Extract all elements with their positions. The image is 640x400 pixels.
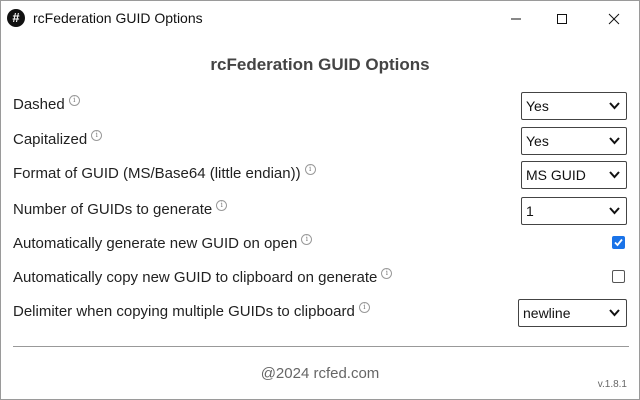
page-title: rcFederation GUID Options	[210, 55, 430, 74]
options-panel: rcFederation GUID Options Dashed i Yes Ca…	[1, 37, 639, 399]
option-label: Format of GUID (MS/Base64 (little endian…	[13, 164, 316, 182]
option-row-capitalized: Capitalized i Yes	[13, 127, 629, 157]
option-label-text: Format of GUID (MS/Base64 (little endian…	[13, 165, 301, 182]
option-label: Automatically generate new GUID on open i	[13, 234, 313, 252]
divider	[13, 346, 629, 347]
option-row-dashed: Dashed i Yes	[13, 92, 629, 122]
delimiter-select[interactable]: newline	[518, 299, 627, 327]
option-row-format: Format of GUID (MS/Base64 (little endian…	[13, 161, 629, 191]
option-row-delimiter: Delimiter when copying multiple GUIDs to…	[13, 299, 629, 329]
auto-copy-checkbox[interactable]	[612, 270, 625, 283]
chevron-down-icon	[609, 207, 620, 215]
window-title: rcFederation GUID Options	[33, 10, 203, 26]
chevron-down-icon	[609, 102, 620, 110]
maximize-button[interactable]	[539, 1, 585, 37]
info-icon[interactable]: i	[304, 164, 316, 175]
close-icon	[608, 13, 620, 25]
minimize-button[interactable]	[493, 1, 539, 37]
option-label: Number of GUIDs to generate i	[13, 200, 228, 218]
option-row-auto-copy: Automatically copy new GUID to clipboard…	[13, 265, 629, 295]
info-icon[interactable]: i	[91, 130, 103, 141]
info-icon[interactable]: i	[216, 200, 228, 211]
capitalized-select[interactable]: Yes	[521, 127, 627, 155]
checkmark-icon	[614, 238, 623, 247]
option-label-text: Delimiter when copying multiple GUIDs to…	[13, 303, 355, 320]
option-label: Automatically copy new GUID to clipboard…	[13, 268, 393, 286]
chevron-down-icon	[609, 309, 620, 317]
option-label: Dashed i	[13, 95, 80, 113]
option-label: Delimiter when copying multiple GUIDs to…	[13, 302, 370, 320]
option-row-count: Number of GUIDs to generate i 1	[13, 197, 629, 227]
maximize-icon	[557, 14, 567, 24]
option-label-text: Number of GUIDs to generate	[13, 201, 213, 218]
app-hash-icon: #	[7, 9, 25, 27]
chevron-down-icon	[609, 137, 620, 145]
option-label-text: Dashed	[13, 96, 65, 113]
version-label: v.1.8.1	[597, 379, 627, 390]
option-row-auto-generate: Automatically generate new GUID on open i	[13, 231, 629, 261]
chevron-down-icon	[609, 171, 620, 179]
option-label-text: Capitalized	[13, 131, 88, 148]
info-icon[interactable]: i	[301, 234, 313, 245]
info-icon[interactable]: i	[358, 302, 370, 313]
close-button[interactable]	[591, 1, 637, 37]
title-bar[interactable]: # rcFederation GUID Options	[1, 1, 639, 37]
option-label: Capitalized i	[13, 130, 103, 148]
select-value: Yes	[526, 133, 549, 149]
dashed-select[interactable]: Yes	[521, 92, 627, 120]
select-value: newline	[523, 305, 571, 321]
format-select[interactable]: MS GUID	[521, 161, 627, 189]
options-window: # rcFederation GUID Options rcFederation…	[0, 0, 640, 400]
copyright-footer: @2024 rcfed.com	[260, 365, 380, 382]
option-label-text: Automatically copy new GUID to clipboard…	[13, 269, 378, 286]
auto-generate-checkbox[interactable]	[612, 236, 625, 249]
count-select[interactable]: 1	[521, 197, 627, 225]
option-label-text: Automatically generate new GUID on open	[13, 235, 298, 252]
select-value: MS GUID	[526, 167, 586, 183]
info-icon[interactable]: i	[381, 268, 393, 279]
minimize-icon	[511, 18, 521, 20]
info-icon[interactable]: i	[68, 95, 80, 106]
select-value: Yes	[526, 98, 549, 114]
select-value: 1	[526, 203, 534, 219]
